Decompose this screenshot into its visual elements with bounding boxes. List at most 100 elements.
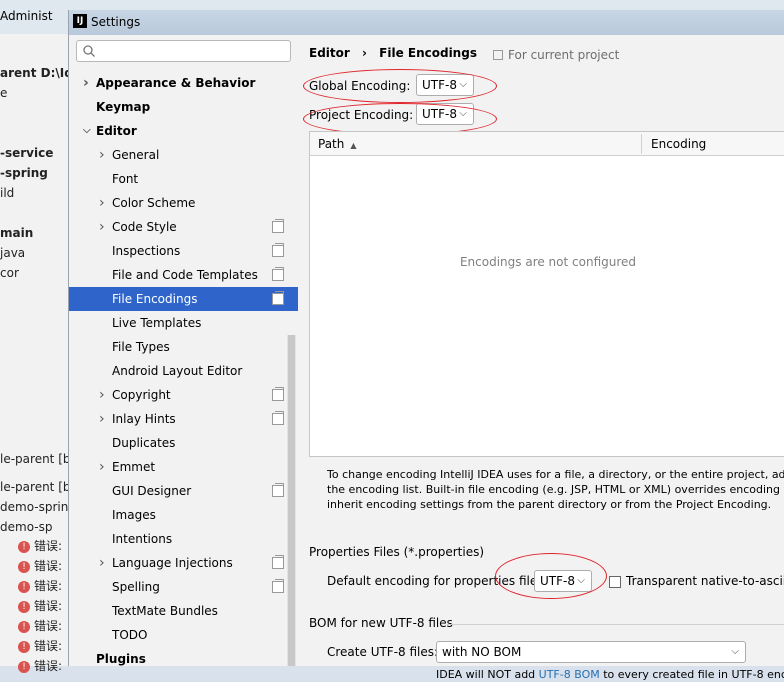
tree-item-inspections[interactable]: Inspections: [69, 239, 298, 263]
table-header: Path ▲ Encoding: [310, 132, 784, 156]
chevron-down-icon[interactable]: ⌵: [83, 119, 93, 143]
tree-item-inlay-hints[interactable]: › Inlay Hints: [69, 407, 298, 431]
chevron-right-icon[interactable]: ›: [99, 455, 109, 479]
chevron-right-icon[interactable]: ›: [99, 143, 109, 167]
ide-tree-item[interactable]: e: [0, 86, 7, 100]
transparent-native-to-ascii-checkbox[interactable]: [609, 576, 621, 588]
column-header-path[interactable]: Path ▲: [318, 137, 357, 151]
tree-item-file-encodings[interactable]: File Encodings: [69, 287, 298, 311]
breadcrumb-parent[interactable]: Editor: [309, 46, 350, 60]
tree-item-android-layout-editor[interactable]: Android Layout Editor: [69, 359, 298, 383]
chevron-right-icon[interactable]: ›: [83, 71, 93, 95]
properties-encoding-select[interactable]: UTF-8 ⌵: [534, 570, 592, 592]
tree-item-gui-designer[interactable]: GUI Designer: [69, 479, 298, 503]
global-encoding-select[interactable]: UTF-8 ⌵: [416, 74, 474, 96]
chevron-right-icon[interactable]: ›: [99, 551, 109, 575]
tree-item-copyright[interactable]: › Copyright: [69, 383, 298, 407]
tree-item-intentions[interactable]: Intentions: [69, 527, 298, 551]
properties-files-section-title: Properties Files (*.properties): [309, 545, 485, 559]
breadcrumb: Editor › File Encodings: [309, 46, 477, 60]
ide-tree-item[interactable]: ild: [0, 186, 14, 200]
settings-dialog: IJ Settings › Appearance & Behavior Keymap…: [68, 10, 784, 681]
tree-item-label: Appearance & Behavior: [96, 76, 256, 90]
chevron-right-icon[interactable]: ›: [99, 191, 109, 215]
tree-item-file-types[interactable]: File Types: [69, 335, 298, 359]
ide-tree-item[interactable]: cor: [0, 266, 19, 280]
ide-error-item[interactable]: ! 错误:: [18, 617, 62, 634]
ide-tree-item[interactable]: demo-spring: [0, 500, 76, 514]
ide-error-label: 错误:: [34, 559, 63, 573]
ide-error-label: 错误:: [34, 639, 63, 653]
ide-tree-item[interactable]: -spring: [0, 166, 48, 180]
dialog-title-bar[interactable]: IJ Settings: [69, 10, 784, 35]
chevron-down-icon: ⌵: [577, 575, 585, 586]
settings-search-input[interactable]: [76, 40, 291, 62]
tree-item-plugins[interactable]: Plugins: [69, 647, 298, 671]
ide-error-item[interactable]: ! 错误:: [18, 577, 62, 594]
tree-item-file-and-code-templates[interactable]: File and Code Templates: [69, 263, 298, 287]
create-utf8-files-select[interactable]: with NO BOM ⌵: [436, 641, 746, 663]
tree-item-label: Intentions: [112, 532, 173, 546]
tree-item-label: Live Templates: [112, 316, 202, 330]
bom-section-divider: [447, 624, 784, 625]
ide-tree-item[interactable]: demo-sp: [0, 520, 52, 534]
project-encoding-select[interactable]: UTF-8 ⌵: [416, 103, 474, 125]
tree-item-images[interactable]: Images: [69, 503, 298, 527]
tree-item-label: General: [112, 148, 160, 162]
ide-tree-item[interactable]: java: [0, 246, 25, 260]
tree-item-label: Inspections: [112, 244, 181, 258]
column-header-encoding[interactable]: Encoding: [651, 137, 706, 151]
utf8-bom-link[interactable]: UTF-8 BOM: [539, 668, 600, 681]
ide-error-item[interactable]: ! 错误:: [18, 537, 62, 554]
project-scope-icon: [272, 483, 284, 497]
chevron-right-icon[interactable]: ›: [99, 215, 109, 239]
tree-item-spelling[interactable]: Spelling: [69, 575, 298, 599]
ide-error-item[interactable]: ! 错误:: [18, 637, 62, 654]
tree-item-appearance-behavior[interactable]: › Appearance & Behavior: [69, 71, 298, 95]
ide-tree-item[interactable]: -service: [0, 146, 53, 160]
tree-item-label: Emmet: [112, 460, 156, 474]
ide-window-title: Administ: [0, 9, 53, 23]
tree-item-textmate-bundles[interactable]: TextMate Bundles: [69, 599, 298, 623]
chevron-right-icon[interactable]: ›: [99, 383, 109, 407]
tree-item-editor[interactable]: ⌵ Editor: [69, 119, 298, 143]
tree-item-label: Images: [112, 508, 156, 522]
chevron-down-icon: ⌵: [459, 79, 467, 90]
search-icon: [83, 45, 95, 57]
project-scope-icon: [272, 411, 284, 425]
tree-item-general[interactable]: › General: [69, 143, 298, 167]
ide-error-item[interactable]: ! 错误:: [18, 597, 62, 614]
chevron-down-icon: ⌵: [731, 646, 739, 657]
tree-item-todo[interactable]: TODO: [69, 623, 298, 647]
sidebar-scrollbar-thumb[interactable]: [288, 335, 295, 666]
ide-error-item[interactable]: ! 错误:: [18, 557, 62, 574]
tree-item-live-templates[interactable]: Live Templates: [69, 311, 298, 335]
column-divider[interactable]: [641, 134, 642, 154]
tree-item-color-scheme[interactable]: › Color Scheme: [69, 191, 298, 215]
tree-item-language-injections[interactable]: › Language Injections: [69, 551, 298, 575]
error-icon: !: [18, 540, 30, 553]
ide-tree-item[interactable]: le-parent [bu: [0, 452, 78, 466]
bom-section-title: BOM for new UTF-8 files: [309, 616, 453, 630]
ide-error-label: 错误:: [34, 539, 63, 553]
tree-item-label: Android Layout Editor: [112, 364, 243, 378]
tree-item-code-style[interactable]: › Code Style: [69, 215, 298, 239]
tree-item-label: GUI Designer: [112, 484, 192, 498]
tree-item-font[interactable]: Font: [69, 167, 298, 191]
tree-item-duplicates[interactable]: Duplicates: [69, 431, 298, 455]
tree-item-keymap[interactable]: Keymap: [69, 95, 298, 119]
tree-item-emmet[interactable]: › Emmet: [69, 455, 298, 479]
tree-item-label: Spelling: [112, 580, 160, 594]
breadcrumb-separator: ›: [362, 46, 367, 60]
ide-error-label: 错误:: [34, 599, 63, 613]
transparent-native-to-ascii-label[interactable]: Transparent native-to-ascii co: [626, 574, 784, 588]
tree-item-label: Duplicates: [112, 436, 176, 450]
file-encodings-panel: Editor › File Encodings For current proj…: [299, 35, 784, 681]
ide-tree-item[interactable]: le-parent [b: [0, 480, 71, 494]
chevron-down-icon: ⌵: [459, 108, 467, 119]
encodings-table[interactable]: Path ▲ Encoding Encodings are not configu…: [309, 131, 784, 457]
chevron-right-icon[interactable]: ›: [99, 407, 109, 431]
project-encoding-label: Project Encoding:: [309, 108, 414, 122]
ide-tree-item[interactable]: main: [0, 226, 33, 240]
global-encoding-label: Global Encoding:: [309, 79, 411, 93]
